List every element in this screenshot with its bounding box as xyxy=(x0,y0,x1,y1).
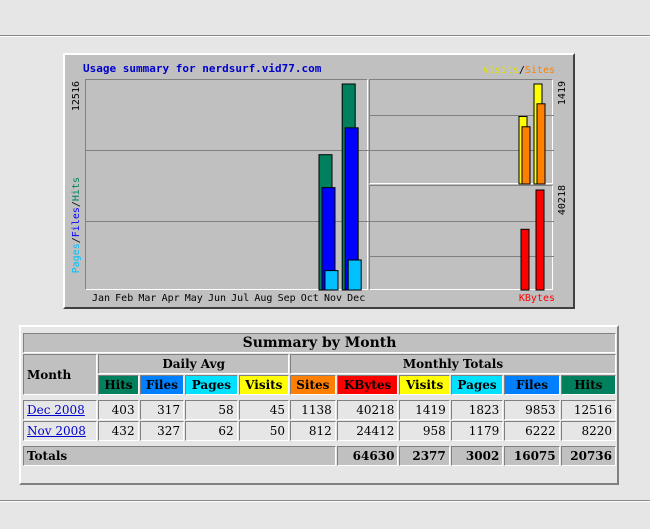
summary-table: Summary by Month Month Daily Avg Monthly… xyxy=(22,332,617,467)
totals-cell: 16075 xyxy=(504,446,560,466)
table-cell: 24412 xyxy=(336,421,399,441)
totals-cell: 20736 xyxy=(560,446,616,466)
bar-pages-dec xyxy=(347,259,362,291)
month-label-apr: Apr xyxy=(161,293,180,304)
month-label-jan: Jan xyxy=(91,293,111,304)
table-cell: 50 xyxy=(238,421,289,441)
col-header-hits-total: Hits xyxy=(560,375,616,395)
month-label-may: May xyxy=(184,293,203,304)
month-label-nov: Nov xyxy=(323,293,343,304)
top-rule xyxy=(0,35,650,37)
right-bottom-max: 40218 xyxy=(557,185,568,216)
axis-label-sep-2: / xyxy=(71,201,82,208)
legend-visits: Visits xyxy=(482,65,519,76)
month-link[interactable]: Nov 2008 xyxy=(27,424,86,438)
table-cell: 40218 xyxy=(336,400,399,420)
table-cell: 317 xyxy=(139,400,185,420)
axis-label-files: Files xyxy=(71,207,82,238)
table-cell: 6222 xyxy=(504,421,560,441)
month-label-sep: Sep xyxy=(277,293,296,304)
summary-panel: Summary by Month Month Daily Avg Monthly… xyxy=(19,325,619,485)
visits-sites-legend: Visits/Sites xyxy=(483,65,555,76)
left-axis-series-labels: Pages/Files/Hits xyxy=(71,177,82,273)
col-header-kbytes-total: KBytes xyxy=(336,375,399,395)
month-cell: Nov 2008 xyxy=(23,421,98,441)
table-cell: 327 xyxy=(139,421,185,441)
col-header-pages-daily: Pages xyxy=(185,375,238,395)
month-label-jun: Jun xyxy=(207,293,227,304)
month-label-feb: Feb xyxy=(115,293,134,304)
month-link[interactable]: Dec 2008 xyxy=(27,403,85,417)
left-axis-max: 12516 xyxy=(71,81,82,112)
table-cell: 958 xyxy=(399,421,450,441)
month-axis: Jan Feb Mar Apr May Jun Jul Aug Sep Oct Nov Dec xyxy=(89,293,369,305)
month-cell: Dec 2008 xyxy=(23,400,98,420)
totals-row: Totals 64630 2377 3002 16075 20736 xyxy=(23,446,616,466)
table-row: Dec 2008 403 317 58 45 1138 40218 1419 1823 9853 1… xyxy=(23,400,616,420)
month-header: Month xyxy=(23,354,98,395)
graph-title: Usage summary for nerdsurf.vid77.com xyxy=(83,62,322,75)
kbytes-panel xyxy=(369,185,554,291)
legend-sites: Sites xyxy=(524,65,555,76)
col-header-files-daily: Files xyxy=(139,375,185,395)
kbytes-label: KBytes xyxy=(518,293,555,304)
totals-cell: 3002 xyxy=(450,446,504,466)
column-header-row: Hits Files Pages Visits Sites KBytes Visits Pag… xyxy=(23,375,616,395)
table-cell: 45 xyxy=(238,400,289,420)
axis-label-pages: Pages xyxy=(71,243,82,274)
bottom-rule xyxy=(0,500,650,502)
bar-sites-nov xyxy=(521,126,531,185)
col-header-pages-total: Pages xyxy=(450,375,504,395)
axis-label-sep-1: / xyxy=(71,237,82,244)
usage-graph: Usage summary for nerdsurf.vid77.com Vis… xyxy=(63,53,575,309)
month-label-mar: Mar xyxy=(138,293,157,304)
totals-cell: 64630 xyxy=(336,446,399,466)
table-cell: 1419 xyxy=(399,400,450,420)
table-cell: 1179 xyxy=(450,421,504,441)
table-cell: 812 xyxy=(289,421,336,441)
month-label-oct: Oct xyxy=(300,293,319,304)
table-cell: 1823 xyxy=(450,400,504,420)
bar-kbytes-nov xyxy=(520,228,530,291)
right-top-max: 1419 xyxy=(557,81,568,106)
col-header-files-total: Files xyxy=(504,375,560,395)
table-cell: 403 xyxy=(98,400,139,420)
visits-sites-svg xyxy=(370,83,554,185)
month-rows: Dec 2008 403 317 58 45 1138 40218 1419 1823 9853 1… xyxy=(23,400,616,441)
table-row: Nov 2008 432 327 62 50 812 24412 958 1179 6222 822… xyxy=(23,421,616,441)
col-header-hits-daily: Hits xyxy=(98,375,139,395)
kbytes-svg xyxy=(370,189,554,291)
bar-pages-nov xyxy=(324,270,339,291)
bar-kbytes-dec xyxy=(535,189,545,291)
col-header-sites-total: Sites xyxy=(289,375,336,395)
totals-cell: 2377 xyxy=(399,446,450,466)
table-cell: 62 xyxy=(185,421,238,441)
month-label-jul: Jul xyxy=(231,293,250,304)
monthly-totals-header: Monthly Totals xyxy=(289,354,616,374)
main-graph-svg xyxy=(86,83,369,291)
col-header-visits-daily: Visits xyxy=(238,375,289,395)
table-cell: 8220 xyxy=(560,421,616,441)
month-label-aug: Aug xyxy=(254,293,273,304)
bar-sites-dec xyxy=(536,103,546,185)
table-cell: 432 xyxy=(98,421,139,441)
table-cell: 12516 xyxy=(560,400,616,420)
totals-label: Totals xyxy=(23,446,336,466)
table-cell: 1138 xyxy=(289,400,336,420)
axis-label-hits: Hits xyxy=(71,177,82,202)
month-label-dec: Dec xyxy=(347,293,366,304)
main-graph-panel xyxy=(85,79,369,291)
table-cell: 9853 xyxy=(504,400,560,420)
visits-sites-panel xyxy=(369,79,554,185)
daily-avg-header: Daily Avg xyxy=(98,354,289,374)
summary-title: Summary by Month xyxy=(23,333,616,353)
table-cell: 58 xyxy=(185,400,238,420)
col-header-visits-total: Visits xyxy=(399,375,450,395)
